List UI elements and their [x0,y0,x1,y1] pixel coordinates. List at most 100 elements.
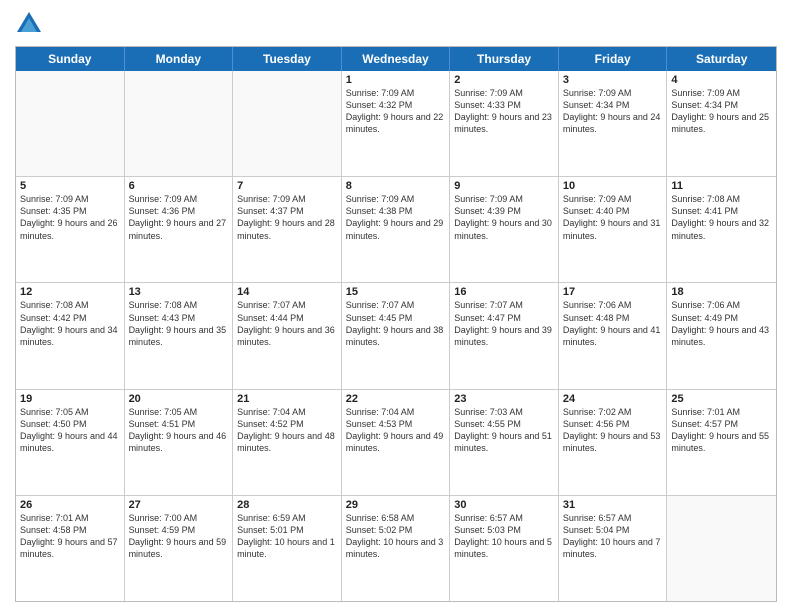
weekday-header: Saturday [667,47,776,71]
calendar-cell: 1Sunrise: 7:09 AM Sunset: 4:32 PM Daylig… [342,71,451,176]
cell-info: Sunrise: 7:04 AM Sunset: 4:52 PM Dayligh… [237,406,337,455]
day-number: 27 [129,499,229,511]
calendar-cell: 22Sunrise: 7:04 AM Sunset: 4:53 PM Dayli… [342,390,451,495]
calendar-cell: 20Sunrise: 7:05 AM Sunset: 4:51 PM Dayli… [125,390,234,495]
day-number: 24 [563,393,663,405]
day-number: 16 [454,286,554,298]
cell-info: Sunrise: 7:00 AM Sunset: 4:59 PM Dayligh… [129,512,229,561]
day-number: 1 [346,74,446,86]
calendar-cell: 12Sunrise: 7:08 AM Sunset: 4:42 PM Dayli… [16,283,125,388]
cell-info: Sunrise: 7:09 AM Sunset: 4:34 PM Dayligh… [671,87,772,136]
page: SundayMondayTuesdayWednesdayThursdayFrid… [0,0,792,612]
calendar-cell: 21Sunrise: 7:04 AM Sunset: 4:52 PM Dayli… [233,390,342,495]
calendar-cell: 27Sunrise: 7:00 AM Sunset: 4:59 PM Dayli… [125,496,234,601]
day-number: 4 [671,74,772,86]
day-number: 12 [20,286,120,298]
day-number: 11 [671,180,772,192]
weekday-header: Friday [559,47,668,71]
day-number: 7 [237,180,337,192]
cell-info: Sunrise: 7:07 AM Sunset: 4:47 PM Dayligh… [454,299,554,348]
calendar-row: 19Sunrise: 7:05 AM Sunset: 4:50 PM Dayli… [16,390,776,496]
calendar-cell: 11Sunrise: 7:08 AM Sunset: 4:41 PM Dayli… [667,177,776,282]
day-number: 10 [563,180,663,192]
cell-info: Sunrise: 7:04 AM Sunset: 4:53 PM Dayligh… [346,406,446,455]
cell-info: Sunrise: 7:05 AM Sunset: 4:51 PM Dayligh… [129,406,229,455]
calendar-cell: 15Sunrise: 7:07 AM Sunset: 4:45 PM Dayli… [342,283,451,388]
day-number: 15 [346,286,446,298]
weekday-header: Monday [125,47,234,71]
day-number: 14 [237,286,337,298]
cell-info: Sunrise: 6:58 AM Sunset: 5:02 PM Dayligh… [346,512,446,561]
day-number: 3 [563,74,663,86]
calendar-cell: 16Sunrise: 7:07 AM Sunset: 4:47 PM Dayli… [450,283,559,388]
cell-info: Sunrise: 7:07 AM Sunset: 4:45 PM Dayligh… [346,299,446,348]
calendar-header: SundayMondayTuesdayWednesdayThursdayFrid… [16,47,776,71]
weekday-header: Thursday [450,47,559,71]
cell-info: Sunrise: 6:57 AM Sunset: 5:03 PM Dayligh… [454,512,554,561]
day-number: 17 [563,286,663,298]
calendar-cell: 17Sunrise: 7:06 AM Sunset: 4:48 PM Dayli… [559,283,668,388]
calendar-cell [233,71,342,176]
calendar-cell: 14Sunrise: 7:07 AM Sunset: 4:44 PM Dayli… [233,283,342,388]
day-number: 5 [20,180,120,192]
calendar-cell [16,71,125,176]
weekday-header: Sunday [16,47,125,71]
cell-info: Sunrise: 7:09 AM Sunset: 4:39 PM Dayligh… [454,193,554,242]
calendar-cell: 3Sunrise: 7:09 AM Sunset: 4:34 PM Daylig… [559,71,668,176]
day-number: 20 [129,393,229,405]
day-number: 30 [454,499,554,511]
calendar-cell: 8Sunrise: 7:09 AM Sunset: 4:38 PM Daylig… [342,177,451,282]
cell-info: Sunrise: 7:05 AM Sunset: 4:50 PM Dayligh… [20,406,120,455]
day-number: 29 [346,499,446,511]
cell-info: Sunrise: 7:09 AM Sunset: 4:37 PM Dayligh… [237,193,337,242]
cell-info: Sunrise: 7:09 AM Sunset: 4:40 PM Dayligh… [563,193,663,242]
calendar-body: 1Sunrise: 7:09 AM Sunset: 4:32 PM Daylig… [16,71,776,601]
calendar-cell: 30Sunrise: 6:57 AM Sunset: 5:03 PM Dayli… [450,496,559,601]
weekday-header: Wednesday [342,47,451,71]
calendar-cell: 10Sunrise: 7:09 AM Sunset: 4:40 PM Dayli… [559,177,668,282]
calendar-row: 1Sunrise: 7:09 AM Sunset: 4:32 PM Daylig… [16,71,776,177]
logo-icon [15,10,43,38]
calendar-cell: 9Sunrise: 7:09 AM Sunset: 4:39 PM Daylig… [450,177,559,282]
day-number: 26 [20,499,120,511]
day-number: 23 [454,393,554,405]
day-number: 2 [454,74,554,86]
calendar-cell [667,496,776,601]
day-number: 18 [671,286,772,298]
calendar-cell: 13Sunrise: 7:08 AM Sunset: 4:43 PM Dayli… [125,283,234,388]
cell-info: Sunrise: 7:09 AM Sunset: 4:38 PM Dayligh… [346,193,446,242]
cell-info: Sunrise: 7:08 AM Sunset: 4:43 PM Dayligh… [129,299,229,348]
day-number: 6 [129,180,229,192]
calendar-cell: 5Sunrise: 7:09 AM Sunset: 4:35 PM Daylig… [16,177,125,282]
calendar-cell: 25Sunrise: 7:01 AM Sunset: 4:57 PM Dayli… [667,390,776,495]
cell-info: Sunrise: 7:09 AM Sunset: 4:34 PM Dayligh… [563,87,663,136]
calendar-cell: 28Sunrise: 6:59 AM Sunset: 5:01 PM Dayli… [233,496,342,601]
weekday-header: Tuesday [233,47,342,71]
calendar-cell: 23Sunrise: 7:03 AM Sunset: 4:55 PM Dayli… [450,390,559,495]
cell-info: Sunrise: 7:06 AM Sunset: 4:49 PM Dayligh… [671,299,772,348]
calendar-cell: 6Sunrise: 7:09 AM Sunset: 4:36 PM Daylig… [125,177,234,282]
calendar-cell: 19Sunrise: 7:05 AM Sunset: 4:50 PM Dayli… [16,390,125,495]
cell-info: Sunrise: 7:01 AM Sunset: 4:58 PM Dayligh… [20,512,120,561]
calendar-row: 12Sunrise: 7:08 AM Sunset: 4:42 PM Dayli… [16,283,776,389]
calendar-row: 5Sunrise: 7:09 AM Sunset: 4:35 PM Daylig… [16,177,776,283]
day-number: 8 [346,180,446,192]
calendar-cell: 24Sunrise: 7:02 AM Sunset: 4:56 PM Dayli… [559,390,668,495]
calendar: SundayMondayTuesdayWednesdayThursdayFrid… [15,46,777,602]
cell-info: Sunrise: 7:06 AM Sunset: 4:48 PM Dayligh… [563,299,663,348]
day-number: 9 [454,180,554,192]
day-number: 31 [563,499,663,511]
calendar-cell [125,71,234,176]
cell-info: Sunrise: 7:08 AM Sunset: 4:42 PM Dayligh… [20,299,120,348]
cell-info: Sunrise: 7:03 AM Sunset: 4:55 PM Dayligh… [454,406,554,455]
calendar-cell: 26Sunrise: 7:01 AM Sunset: 4:58 PM Dayli… [16,496,125,601]
cell-info: Sunrise: 7:02 AM Sunset: 4:56 PM Dayligh… [563,406,663,455]
calendar-cell: 4Sunrise: 7:09 AM Sunset: 4:34 PM Daylig… [667,71,776,176]
calendar-cell: 18Sunrise: 7:06 AM Sunset: 4:49 PM Dayli… [667,283,776,388]
cell-info: Sunrise: 7:09 AM Sunset: 4:32 PM Dayligh… [346,87,446,136]
cell-info: Sunrise: 7:01 AM Sunset: 4:57 PM Dayligh… [671,406,772,455]
day-number: 13 [129,286,229,298]
calendar-row: 26Sunrise: 7:01 AM Sunset: 4:58 PM Dayli… [16,496,776,601]
calendar-cell: 7Sunrise: 7:09 AM Sunset: 4:37 PM Daylig… [233,177,342,282]
logo [15,10,47,38]
